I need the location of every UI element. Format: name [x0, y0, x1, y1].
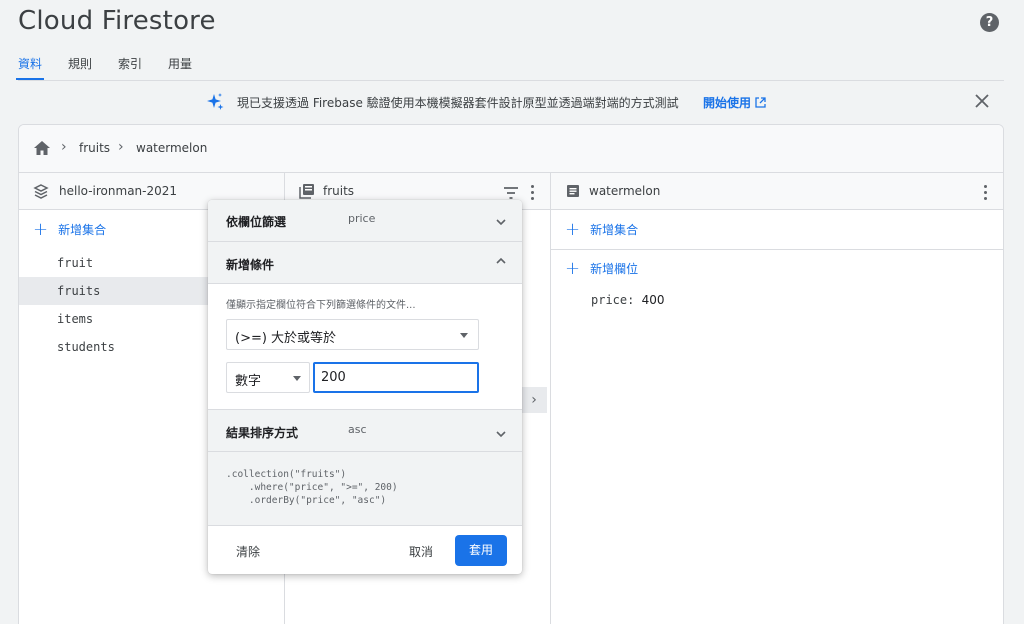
tabs-divider — [18, 80, 1004, 81]
sort-value: asc — [348, 423, 367, 436]
get-started-link[interactable]: 開始使用 — [703, 94, 751, 111]
divider — [551, 249, 1003, 250]
document-column: watermelon + 新增集合 + 新增欄位 price: 400 — [551, 173, 1003, 624]
dropdown-arrow-icon — [293, 376, 301, 381]
add-collection-button[interactable]: + 新增集合 — [33, 218, 107, 240]
plus-icon: + — [33, 218, 49, 240]
chevron-right-icon: › — [118, 139, 124, 155]
tab-usage[interactable]: 用量 — [168, 56, 192, 80]
clear-button[interactable]: 清除 — [236, 543, 260, 560]
page-title: Cloud Firestore — [18, 6, 216, 36]
field-colon: : — [627, 293, 642, 307]
breadcrumb: › fruits › watermelon — [19, 125, 1003, 173]
sparkle-icon — [207, 93, 224, 110]
field-filter-section[interactable]: 依欄位篩選 price — [208, 200, 522, 242]
home-icon[interactable] — [33, 140, 51, 156]
field-filter-value: price — [348, 212, 376, 225]
plus-icon: + — [565, 218, 581, 240]
field-value[interactable]: 400 — [642, 293, 665, 307]
add-subcollection-button[interactable]: + 新增集合 — [565, 218, 639, 240]
type-value: 數字 — [235, 374, 262, 389]
breadcrumb-item-fruits[interactable]: fruits — [79, 141, 110, 155]
operator-value: (>=) 大於或等於 — [235, 331, 337, 346]
tab-indexes[interactable]: 索引 — [118, 56, 142, 80]
tab-bar: 資料 規則 索引 用量 — [15, 56, 218, 80]
dropdown-arrow-icon — [460, 333, 468, 338]
project-title: hello-ironman-2021 — [59, 184, 178, 198]
tab-data[interactable]: 資料 — [15, 56, 45, 80]
document-column-header: watermelon — [551, 173, 1003, 210]
document-icon — [567, 185, 579, 197]
more-vert-icon[interactable] — [983, 185, 987, 201]
collection-title: fruits — [323, 184, 355, 198]
chevron-down-icon — [496, 219, 506, 226]
query-code: .collection("fruits") .where("price", ">… — [208, 452, 522, 526]
operator-select[interactable]: (>=) 大於或等於 — [226, 319, 479, 350]
add-condition-label: 新增條件 — [226, 258, 275, 272]
add-collection-label: 新增集合 — [58, 223, 107, 237]
stack-icon — [33, 184, 49, 199]
plus-icon: + — [565, 257, 581, 279]
expand-arrow-icon[interactable]: › — [521, 387, 547, 413]
open-in-new-icon — [755, 97, 766, 108]
filter-dialog: 依欄位篩選 price 新增條件 僅顯示指定欄位符合下列篩選條件的文件... (… — [208, 200, 522, 574]
document-field: price: 400 — [591, 293, 664, 307]
add-subcollection-label: 新增集合 — [590, 223, 639, 237]
help-icon[interactable]: ? — [980, 13, 999, 32]
filter-icon[interactable] — [503, 185, 519, 201]
close-icon[interactable] — [974, 93, 990, 109]
filter-hint: 僅顯示指定欄位符合下列篩選條件的文件... — [226, 300, 416, 311]
apply-button[interactable]: 套用 — [455, 535, 507, 566]
sort-section[interactable]: 結果排序方式 asc — [208, 409, 522, 452]
field-filter-label: 依欄位篩選 — [226, 215, 287, 229]
chevron-up-icon — [496, 257, 506, 264]
tab-rules[interactable]: 規則 — [68, 56, 92, 80]
add-field-button[interactable]: + 新增欄位 — [565, 257, 639, 279]
sort-label: 結果排序方式 — [226, 426, 299, 440]
banner-text: 現已支援透過 Firebase 驗證使用本機模擬器套件設計原型並透過端對端的方式… — [237, 96, 679, 110]
breadcrumb-item-watermelon[interactable]: watermelon — [136, 141, 207, 155]
more-vert-icon[interactable] — [530, 185, 534, 201]
chevron-right-icon: › — [61, 139, 67, 155]
type-select[interactable]: 數字 — [226, 362, 310, 393]
field-key: price — [591, 293, 628, 307]
add-field-label: 新增欄位 — [590, 262, 639, 276]
value-input[interactable]: 200 — [313, 362, 479, 393]
cancel-button[interactable]: 取消 — [409, 543, 433, 560]
chevron-down-icon — [496, 431, 506, 438]
emulator-banner: 現已支援透過 Firebase 驗證使用本機模擬器套件設計原型並透過端對端的方式… — [0, 90, 1024, 114]
collection-icon — [299, 184, 314, 199]
document-title: watermelon — [589, 184, 661, 198]
add-condition-section[interactable]: 新增條件 — [208, 242, 522, 284]
